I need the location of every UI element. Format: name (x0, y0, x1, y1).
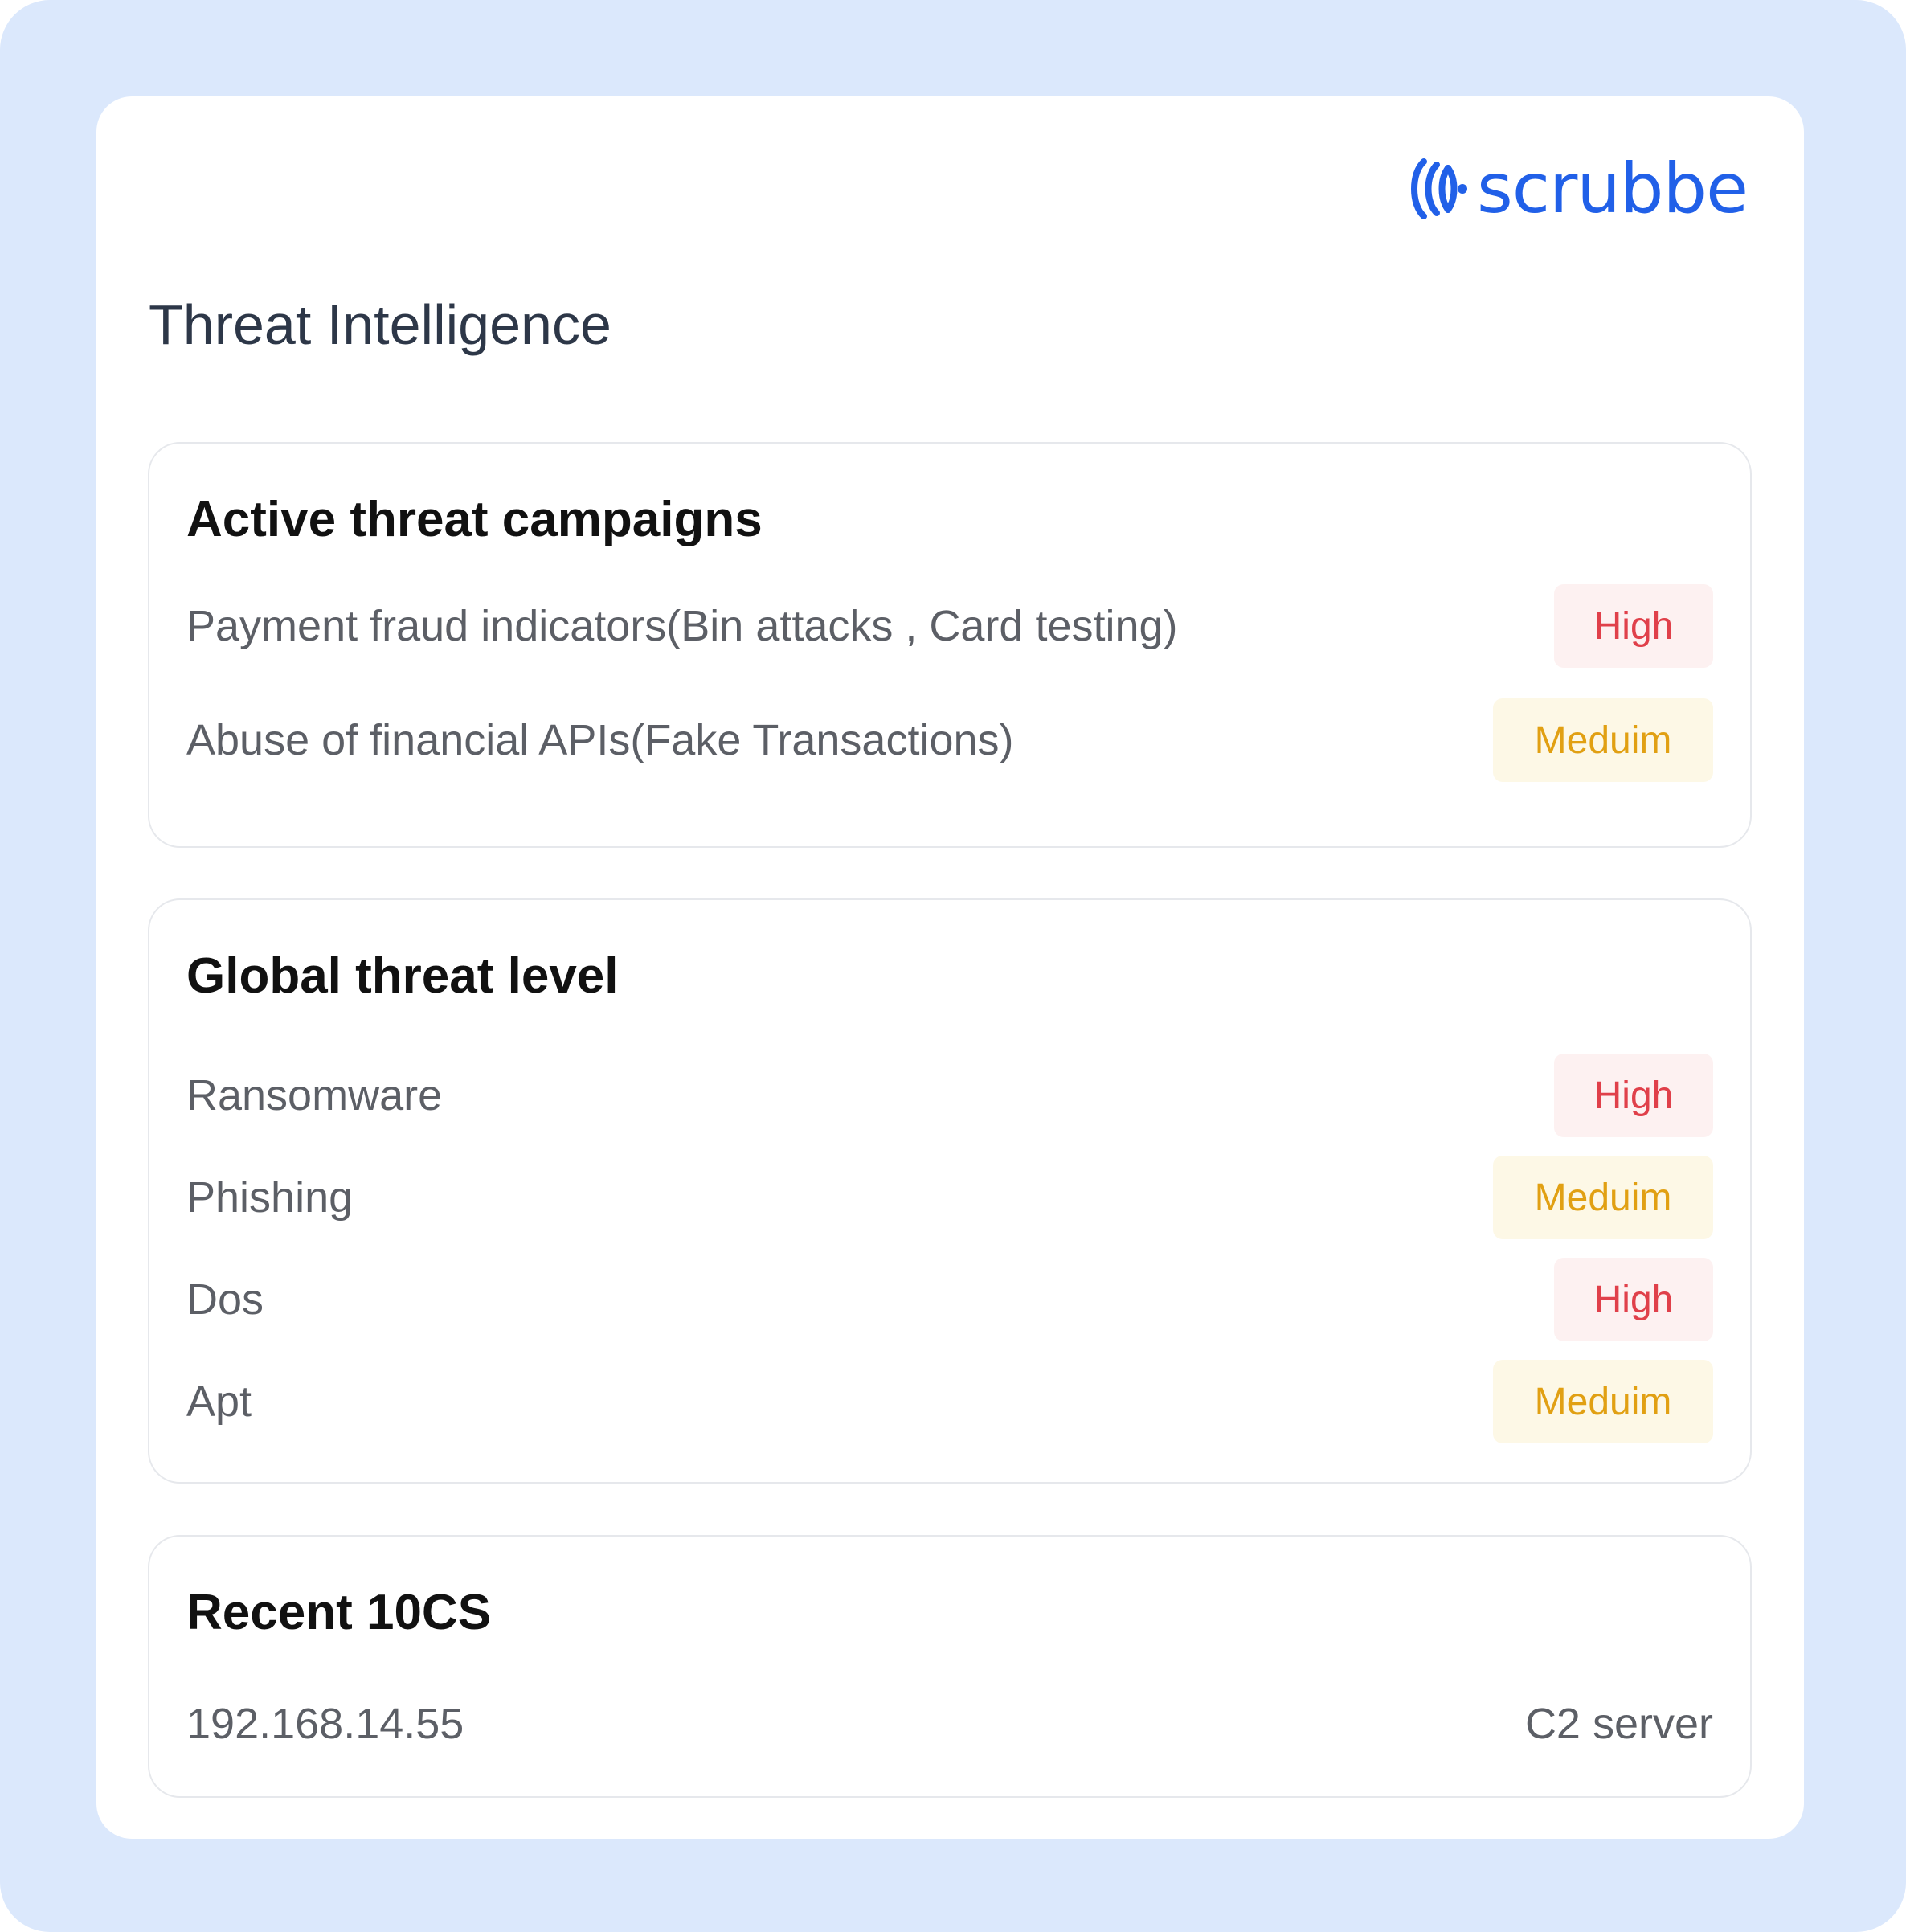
list-item[interactable]: Ransomware High (186, 1053, 1713, 1138)
list-item[interactable]: Abuse of financial APIs(Fake Transaction… (186, 698, 1713, 783)
campaign-label: Abuse of financial APIs(Fake Transaction… (186, 716, 1014, 764)
card-title: Global threat level (186, 948, 619, 1004)
severity-badge: High (1554, 1054, 1713, 1137)
brand-name: scrubbe (1476, 149, 1749, 229)
severity-badge: Meduim (1493, 1360, 1713, 1443)
list-item[interactable]: Payment fraud indicators(Bin attacks , C… (186, 583, 1713, 669)
threat-label: Dos (186, 1275, 264, 1324)
severity-badge: Meduim (1493, 1156, 1713, 1239)
campaign-label: Payment fraud indicators(Bin attacks , C… (186, 602, 1178, 650)
page-title: Threat Intelligence (149, 293, 611, 356)
severity-badge: High (1554, 584, 1713, 668)
active-threat-campaigns-card: Active threat campaigns Payment fraud in… (148, 442, 1752, 848)
threat-label: Apt (186, 1377, 252, 1426)
scrubbe-wave-icon (1410, 158, 1467, 219)
card-title: Active threat campaigns (186, 492, 763, 547)
list-item[interactable]: 192.168.14.55 C2 server (186, 1681, 1713, 1766)
ioc-type: C2 server (1524, 1700, 1713, 1748)
page-background: scrubbe Threat Intelligence Active threa… (0, 0, 1906, 1932)
threat-label: Phishing (186, 1173, 354, 1222)
ioc-ip: 192.168.14.55 (186, 1700, 464, 1748)
brand-logo: scrubbe (1408, 149, 1749, 229)
severity-badge: Meduim (1493, 698, 1713, 782)
list-item[interactable]: Dos High (186, 1257, 1713, 1342)
list-item[interactable]: Apt Meduim (186, 1359, 1713, 1444)
recent-iocs-card: Recent 10CS 192.168.14.55 C2 server (148, 1535, 1752, 1798)
global-threat-level-card: Global threat level Ransomware High Phis… (148, 898, 1752, 1484)
severity-badge: High (1554, 1258, 1713, 1341)
threat-label: Ransomware (186, 1071, 443, 1119)
card-title: Recent 10CS (186, 1585, 492, 1640)
threat-intelligence-panel: scrubbe Threat Intelligence Active threa… (96, 96, 1804, 1839)
list-item[interactable]: Phishing Meduim (186, 1155, 1713, 1240)
